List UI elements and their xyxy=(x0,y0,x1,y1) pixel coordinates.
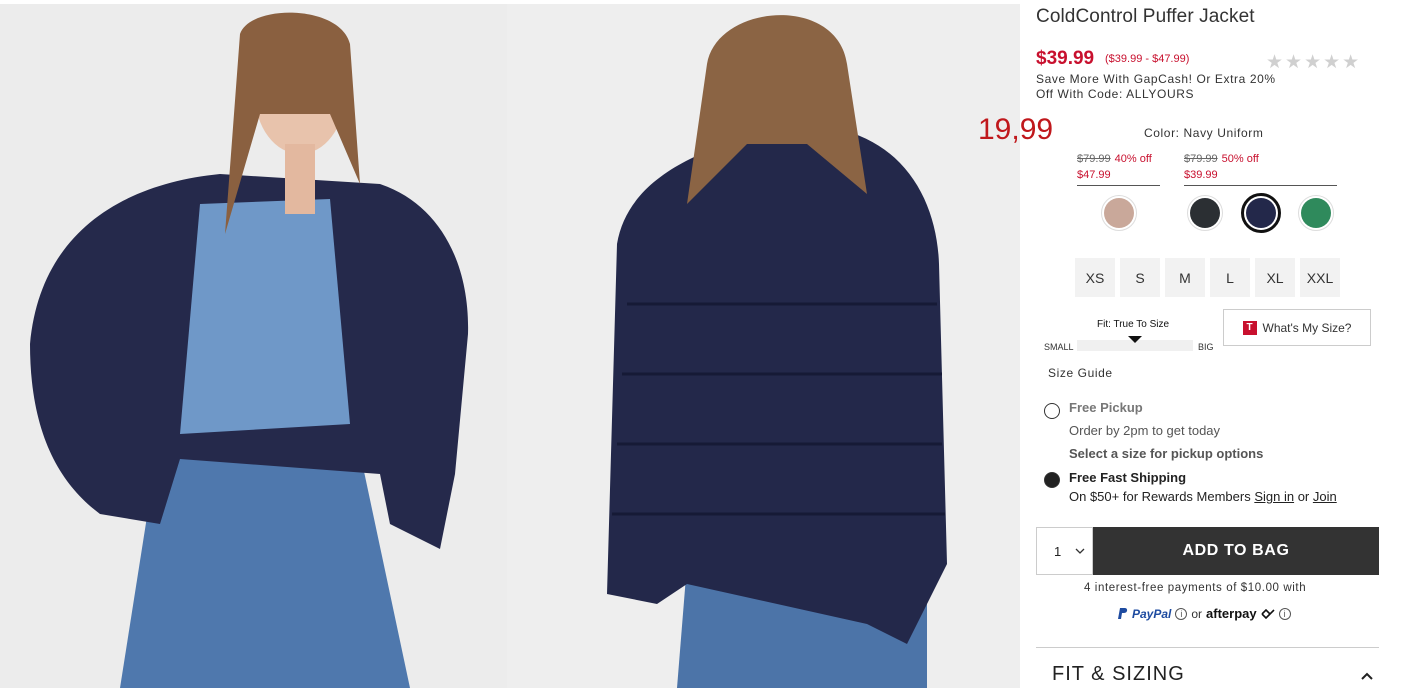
sign-in-link[interactable]: Sign in xyxy=(1254,489,1294,504)
shipping-radio[interactable] xyxy=(1044,472,1060,488)
original-price: $79.99 xyxy=(1184,153,1218,165)
info-icon[interactable]: i xyxy=(1278,607,1291,620)
product-photo-back[interactable] xyxy=(507,4,1020,688)
product-photo-front[interactable] xyxy=(0,4,507,688)
size-button-xl[interactable]: XL xyxy=(1255,258,1295,297)
swatch-black[interactable] xyxy=(1187,195,1223,231)
pickup-subtitle: Order by 2pm to get today xyxy=(1069,423,1221,438)
swatch-black-dot xyxy=(1190,198,1220,228)
sale-price: $39.99 xyxy=(1184,169,1218,181)
quantity-value: 1 xyxy=(1054,543,1062,559)
chevron-down-icon xyxy=(1075,548,1085,554)
color-label: Color: Navy Uniform xyxy=(1144,126,1264,140)
afterpay-label[interactable]: afterpay xyxy=(1206,606,1257,621)
rating-stars[interactable]: ★★★★★ xyxy=(1266,51,1361,74)
quantity-select[interactable]: 1 xyxy=(1036,527,1093,575)
paypal-label[interactable]: PayPal xyxy=(1132,607,1171,621)
original-price: $79.99 xyxy=(1077,153,1111,165)
or-text: or xyxy=(1191,606,1203,621)
size-button-s[interactable]: S xyxy=(1120,258,1160,297)
price-range: ($39.99 - $47.99) xyxy=(1105,53,1190,65)
swatch-navy-selected[interactable] xyxy=(1241,193,1281,233)
installments-text: 4 interest-free payments of $10.00 with xyxy=(1084,582,1307,594)
fit-indicator-icon xyxy=(1128,336,1142,343)
paypal-logo-icon xyxy=(1118,607,1128,619)
discount-percent: 40% off xyxy=(1114,153,1152,165)
price-group-40-off: $79.99 40% off $47.99 xyxy=(1077,151,1160,186)
or-text: or xyxy=(1294,489,1313,504)
size-guide-link[interactable]: Size Guide xyxy=(1048,366,1113,380)
size-button-l[interactable]: L xyxy=(1210,258,1250,297)
whats-my-size-button[interactable]: T What's My Size? xyxy=(1223,309,1371,346)
whats-my-size-label: What's My Size? xyxy=(1262,320,1352,335)
pickup-radio[interactable] xyxy=(1044,403,1060,419)
product-title: ColdControl Puffer Jacket xyxy=(1036,6,1255,27)
discount-percent: 50% off xyxy=(1221,153,1259,165)
swatch-green-dot xyxy=(1301,198,1331,228)
promo-text: Save More With GapCash! Or Extra 20% Off… xyxy=(1036,72,1276,101)
add-to-bag-button[interactable]: ADD TO BAG xyxy=(1093,527,1379,575)
pickup-title: Free Pickup xyxy=(1069,400,1143,415)
pickup-select-hint: Select a size for pickup options xyxy=(1069,446,1264,461)
fit-big-label: BIG xyxy=(1198,342,1214,352)
afterpay-logo-icon xyxy=(1261,608,1275,619)
shipping-subtitle-text: On $50+ for Rewards Members xyxy=(1069,489,1255,504)
info-icon[interactable]: i xyxy=(1175,607,1188,620)
payment-options: PayPal i or afterpay i xyxy=(1118,606,1291,621)
true-fit-icon: T xyxy=(1242,320,1257,335)
section-divider xyxy=(1036,647,1379,648)
swatch-tan[interactable] xyxy=(1101,195,1137,231)
price-group-50-off: $79.99 50% off $39.99 xyxy=(1184,151,1337,186)
sale-price: $47.99 xyxy=(1077,169,1111,181)
fit-label: Fit: True To Size xyxy=(1097,319,1170,330)
fit-sizing-heading[interactable]: FIT & SIZING xyxy=(1052,663,1185,686)
size-button-xs[interactable]: XS xyxy=(1075,258,1115,297)
size-button-xxl[interactable]: XXL xyxy=(1300,258,1340,297)
fit-small-label: SMALL xyxy=(1044,342,1074,352)
overlay-price: 19,99 xyxy=(978,113,1054,146)
shipping-subtitle: On $50+ for Rewards Members Sign in or J… xyxy=(1069,489,1337,504)
shipping-title: Free Fast Shipping xyxy=(1069,470,1187,485)
size-button-m[interactable]: M xyxy=(1165,258,1205,297)
product-price: $39.99 xyxy=(1036,48,1095,69)
swatch-tan-dot xyxy=(1104,198,1134,228)
join-link[interactable]: Join xyxy=(1313,489,1337,504)
chevron-up-icon[interactable] xyxy=(1361,667,1373,683)
swatch-navy-dot xyxy=(1246,198,1276,228)
swatch-green[interactable] xyxy=(1298,195,1334,231)
